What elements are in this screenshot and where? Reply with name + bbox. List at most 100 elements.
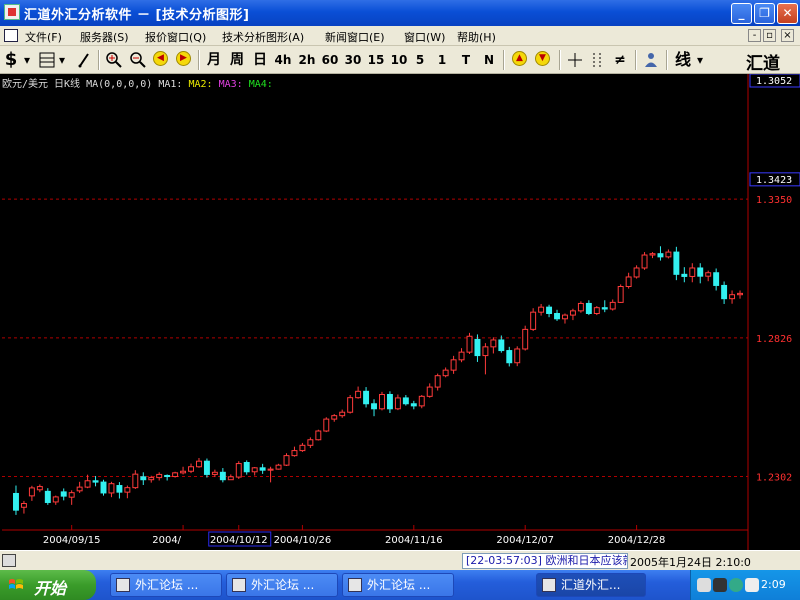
candle-body-down bbox=[713, 272, 720, 286]
period-30[interactable]: 30 bbox=[343, 49, 363, 71]
candlestick-chart[interactable]: 1.3350 1.2826 1.2302 1.3052 1.3423 2004/09/15… bbox=[0, 74, 800, 550]
qq-icon[interactable] bbox=[713, 578, 727, 592]
candle-body-up bbox=[641, 254, 648, 269]
dollar-icon[interactable]: $ bbox=[3, 49, 19, 71]
printer-icon[interactable] bbox=[2, 554, 16, 567]
document-icon[interactable] bbox=[4, 29, 18, 42]
left-arrow-icon[interactable]: ◀ bbox=[153, 51, 168, 66]
ma1-label: MA1: bbox=[158, 79, 183, 90]
period-60[interactable]: 60 bbox=[320, 49, 340, 71]
toolbar-separator bbox=[666, 50, 668, 70]
person-icon[interactable] bbox=[641, 49, 661, 71]
taskbar-item[interactable]: 外汇论坛 ... bbox=[110, 573, 222, 597]
period-week[interactable]: 周 bbox=[228, 49, 246, 71]
close-button[interactable]: ✕ bbox=[777, 3, 798, 24]
candle-body-up bbox=[84, 480, 91, 488]
status-bar: [22-03:57:03] 欧洲和日本应该就升值问题进行协调 2005年1月24… bbox=[0, 550, 800, 570]
candle-body-up bbox=[156, 473, 163, 479]
start-label: 开始 bbox=[34, 579, 67, 598]
period-15[interactable]: 15 bbox=[366, 49, 386, 71]
messenger-icon[interactable] bbox=[729, 578, 743, 592]
app-logo: 汇道 bbox=[746, 54, 780, 74]
menu-server[interactable]: 服务器(S) bbox=[80, 29, 129, 45]
period-tick[interactable]: T bbox=[458, 49, 474, 71]
candle-body-down bbox=[243, 462, 250, 473]
candle-body-down bbox=[44, 490, 51, 503]
app-icon[interactable] bbox=[4, 4, 20, 20]
candle-body-up bbox=[665, 251, 672, 258]
line-style-dropdown-icon[interactable]: ▾ bbox=[695, 49, 705, 71]
app-window: 汇道外汇分析软件 － [技术分析图形] _ ❐ ✕ 文件(F) 服务器(S) 报… bbox=[0, 0, 800, 600]
top-price-label: 1.3052 bbox=[756, 76, 792, 87]
candle-body-up bbox=[458, 351, 465, 361]
down-arrow-icon[interactable]: ▼ bbox=[535, 51, 550, 66]
taskbar-item-active[interactable]: 汇道外汇... bbox=[536, 573, 646, 597]
menu-tech-analysis[interactable]: 技术分析图形(A) bbox=[222, 29, 304, 45]
candle-body-up bbox=[569, 310, 576, 316]
candle-body-down bbox=[410, 403, 417, 407]
crosshair-icon[interactable] bbox=[566, 49, 584, 71]
period-day[interactable]: 日 bbox=[251, 49, 269, 71]
layout-dropdown-icon[interactable]: ▾ bbox=[57, 49, 67, 71]
period-n[interactable]: N bbox=[480, 49, 498, 71]
line-style-button[interactable]: 线 bbox=[672, 49, 694, 71]
candle-body-down bbox=[363, 390, 370, 405]
menu-window[interactable]: 窗口(W) bbox=[404, 29, 445, 45]
minimize-button[interactable]: _ bbox=[731, 3, 752, 24]
taskbar-item[interactable]: 外汇论坛 ... bbox=[226, 573, 338, 597]
candle-body-down bbox=[164, 474, 171, 478]
candle-body-up bbox=[299, 444, 306, 452]
period-4h[interactable]: 4h bbox=[273, 49, 293, 71]
candle-body-up bbox=[339, 411, 346, 417]
candle-body-down bbox=[219, 471, 226, 481]
candle-body-up bbox=[52, 496, 59, 503]
period-5[interactable]: 5 bbox=[412, 49, 428, 71]
toolbar-separator bbox=[635, 50, 637, 70]
currency-dropdown-icon[interactable]: ▾ bbox=[21, 49, 33, 71]
period-2h[interactable]: 2h bbox=[297, 49, 317, 71]
right-arrow-icon[interactable]: ▶ bbox=[176, 51, 191, 66]
zoom-out-icon[interactable] bbox=[128, 49, 148, 71]
title-bar[interactable]: 汇道外汇分析软件 － [技术分析图形] _ ❐ ✕ bbox=[0, 0, 800, 26]
network-icon[interactable] bbox=[697, 578, 711, 592]
menu-bar: 文件(F) 服务器(S) 报价窗口(Q) 技术分析图形(A) 新闻窗口(E) 窗… bbox=[0, 26, 800, 46]
menu-news-window[interactable]: 新闻窗口(E) bbox=[325, 29, 385, 45]
up-arrow-icon[interactable]: ▲ bbox=[512, 51, 527, 66]
candle-body-up bbox=[307, 439, 314, 446]
menu-file[interactable]: 文件(F) bbox=[25, 29, 62, 45]
chart-header: 欧元/美元 日K线 MA(0,0,0,0) MA1: MA2: MA3: MA4… bbox=[2, 75, 273, 90]
parallel-lines-icon[interactable] bbox=[589, 49, 605, 71]
candle-body-up bbox=[418, 395, 425, 407]
toolbar-separator bbox=[559, 50, 561, 70]
candle-body-up bbox=[188, 466, 194, 472]
child-restore-button[interactable]: ▫ bbox=[763, 29, 776, 42]
child-close-button[interactable]: × bbox=[781, 29, 794, 42]
toolbar-separator bbox=[198, 50, 200, 70]
toolbar-separator bbox=[98, 50, 100, 70]
zoom-in-icon[interactable] bbox=[104, 49, 124, 71]
ie-icon bbox=[116, 578, 130, 592]
candle-body-up bbox=[649, 253, 656, 256]
restore-button[interactable]: ❐ bbox=[754, 3, 775, 24]
menu-help[interactable]: 帮助(H) bbox=[457, 29, 496, 45]
layout-icon[interactable] bbox=[38, 49, 56, 71]
period-month[interactable]: 月 bbox=[205, 49, 223, 71]
candle-body-up bbox=[283, 455, 290, 466]
not-equal-icon[interactable]: ≠ bbox=[610, 49, 630, 71]
start-button[interactable]: 开始 bbox=[0, 570, 96, 600]
candle-body-down bbox=[13, 492, 19, 511]
period-10[interactable]: 10 bbox=[389, 49, 409, 71]
candle-body-up bbox=[20, 503, 27, 508]
news-ticker[interactable]: [22-03:57:03] 欧洲和日本应该就升值问题进行协调 bbox=[462, 553, 628, 569]
menu-quote-window[interactable]: 报价窗口(Q) bbox=[145, 29, 206, 45]
volume-icon[interactable] bbox=[745, 578, 759, 592]
date-tick-label: 2004/12/07 bbox=[496, 535, 554, 546]
period-1[interactable]: 1 bbox=[434, 49, 450, 71]
candle-body-down bbox=[546, 306, 553, 314]
taskbar-item[interactable]: 外汇论坛 ... bbox=[342, 573, 454, 597]
chart-area[interactable]: 1.3350 1.2826 1.2302 1.3052 1.3423 2004/09/15… bbox=[0, 74, 800, 550]
child-minimize-button[interactable]: - bbox=[748, 29, 761, 42]
candle-body-up bbox=[514, 348, 521, 364]
candle-body-up bbox=[426, 386, 433, 397]
pencil-icon[interactable] bbox=[75, 49, 93, 71]
